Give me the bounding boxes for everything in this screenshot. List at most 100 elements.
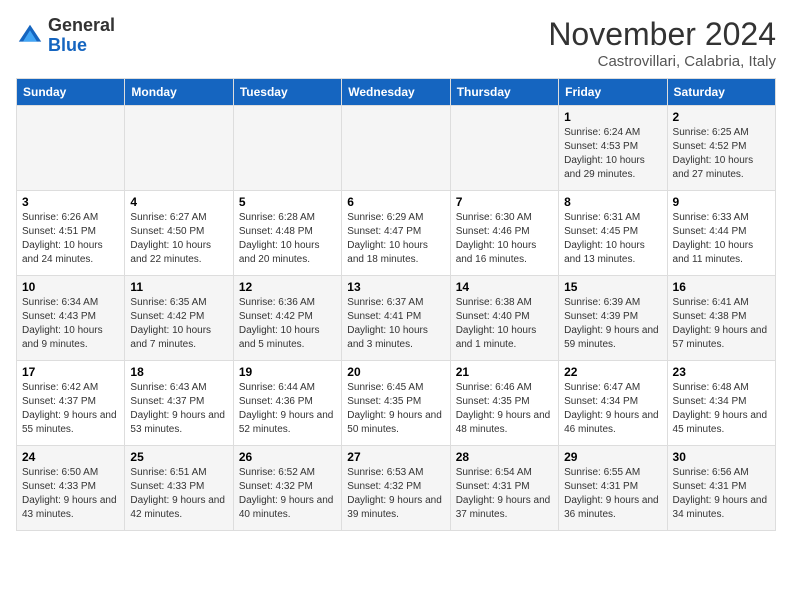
day-info: Sunrise: 6:42 AM Sunset: 4:37 PM Dayligh…	[22, 381, 119, 437]
calendar-cell	[233, 106, 341, 191]
calendar-cell: 16 Sunrise: 6:41 AM Sunset: 4:38 PM Dayli…	[667, 276, 775, 361]
logo-general: General	[48, 15, 115, 35]
header-wednesday: Wednesday	[342, 79, 450, 106]
day-number: 17	[22, 365, 119, 379]
logo: General Blue	[16, 16, 115, 56]
day-info: Sunrise: 6:34 AM Sunset: 4:43 PM Dayligh…	[22, 296, 119, 352]
calendar-week-row: 10Sunrise: 6:34 AM Sunset: 4:43 PM Dayli…	[17, 276, 776, 361]
header-monday: Monday	[125, 79, 233, 106]
calendar-cell: 1 Sunrise: 6:24 AM Sunset: 4:53 PM Daylig…	[559, 106, 667, 191]
calendar-cell: 2 Sunrise: 6:25 AM Sunset: 4:52 PM Daylig…	[667, 106, 775, 191]
header-sunday: Sunday	[17, 79, 125, 106]
calendar-table: SundayMondayTuesdayWednesdayThursdayFrid…	[16, 78, 776, 531]
day-number: 24	[22, 450, 119, 464]
calendar-cell: 14 Sunrise: 6:38 AM Sunset: 4:40 PM Dayli…	[450, 276, 558, 361]
day-number: 21	[456, 365, 553, 379]
day-info: Sunrise: 6:50 AM Sunset: 4:33 PM Dayligh…	[22, 466, 119, 522]
logo-text: General Blue	[48, 16, 115, 56]
calendar-cell: 24 Sunrise: 6:50 AM Sunset: 4:33 PM Dayli…	[17, 446, 125, 531]
day-info: Sunrise: 6:31 AM Sunset: 4:45 PM Dayligh…	[564, 211, 661, 267]
header-tuesday: Tuesday	[233, 79, 341, 106]
day-number: 25	[130, 450, 227, 464]
day-number: 11	[130, 280, 227, 294]
calendar-cell: 4Sunrise: 6:27 AM Sunset: 4:50 PM Daylig…	[125, 191, 233, 276]
day-info: Sunrise: 6:24 AM Sunset: 4:53 PM Dayligh…	[564, 126, 661, 182]
calendar-cell: 22 Sunrise: 6:47 AM Sunset: 4:34 PM Dayli…	[559, 361, 667, 446]
calendar-cell: 28 Sunrise: 6:54 AM Sunset: 4:31 PM Dayli…	[450, 446, 558, 531]
day-info: Sunrise: 6:44 AM Sunset: 4:36 PM Dayligh…	[239, 381, 336, 437]
day-info: Sunrise: 6:45 AM Sunset: 4:35 PM Dayligh…	[347, 381, 444, 437]
calendar-week-row: 24 Sunrise: 6:50 AM Sunset: 4:33 PM Dayli…	[17, 446, 776, 531]
day-info: Sunrise: 6:41 AM Sunset: 4:38 PM Dayligh…	[673, 296, 770, 352]
calendar-cell: 17 Sunrise: 6:42 AM Sunset: 4:37 PM Dayli…	[17, 361, 125, 446]
calendar-cell: 21Sunrise: 6:46 AM Sunset: 4:35 PM Dayli…	[450, 361, 558, 446]
day-number: 19	[239, 365, 336, 379]
calendar-cell: 27Sunrise: 6:53 AM Sunset: 4:32 PM Dayli…	[342, 446, 450, 531]
day-number: 7	[456, 195, 553, 209]
calendar-week-row: 1 Sunrise: 6:24 AM Sunset: 4:53 PM Daylig…	[17, 106, 776, 191]
calendar-cell: 6 Sunrise: 6:29 AM Sunset: 4:47 PM Daylig…	[342, 191, 450, 276]
day-number: 2	[673, 110, 770, 124]
day-info: Sunrise: 6:33 AM Sunset: 4:44 PM Dayligh…	[673, 211, 770, 267]
day-info: Sunrise: 6:43 AM Sunset: 4:37 PM Dayligh…	[130, 381, 227, 437]
title-block: November 2024 Castrovillari, Calabria, I…	[548, 16, 776, 70]
calendar-cell: 7 Sunrise: 6:30 AM Sunset: 4:46 PM Daylig…	[450, 191, 558, 276]
day-info: Sunrise: 6:55 AM Sunset: 4:31 PM Dayligh…	[564, 466, 661, 522]
day-number: 28	[456, 450, 553, 464]
day-number: 3	[22, 195, 119, 209]
day-info: Sunrise: 6:54 AM Sunset: 4:31 PM Dayligh…	[456, 466, 553, 522]
calendar-week-row: 17 Sunrise: 6:42 AM Sunset: 4:37 PM Dayli…	[17, 361, 776, 446]
calendar-week-row: 3 Sunrise: 6:26 AM Sunset: 4:51 PM Daylig…	[17, 191, 776, 276]
calendar-cell: 12Sunrise: 6:36 AM Sunset: 4:42 PM Dayli…	[233, 276, 341, 361]
calendar-header-row: SundayMondayTuesdayWednesdayThursdayFrid…	[17, 79, 776, 106]
logo-icon	[16, 22, 44, 50]
day-number: 9	[673, 195, 770, 209]
calendar-cell: 20Sunrise: 6:45 AM Sunset: 4:35 PM Dayli…	[342, 361, 450, 446]
day-number: 13	[347, 280, 444, 294]
calendar-cell: 3 Sunrise: 6:26 AM Sunset: 4:51 PM Daylig…	[17, 191, 125, 276]
day-number: 30	[673, 450, 770, 464]
day-info: Sunrise: 6:26 AM Sunset: 4:51 PM Dayligh…	[22, 211, 119, 267]
calendar-cell: 30 Sunrise: 6:56 AM Sunset: 4:31 PM Dayli…	[667, 446, 775, 531]
calendar-cell: 15 Sunrise: 6:39 AM Sunset: 4:39 PM Dayli…	[559, 276, 667, 361]
location-subtitle: Castrovillari, Calabria, Italy	[548, 53, 776, 70]
calendar-cell: 29 Sunrise: 6:55 AM Sunset: 4:31 PM Dayli…	[559, 446, 667, 531]
day-number: 16	[673, 280, 770, 294]
day-info: Sunrise: 6:51 AM Sunset: 4:33 PM Dayligh…	[130, 466, 227, 522]
day-info: Sunrise: 6:25 AM Sunset: 4:52 PM Dayligh…	[673, 126, 770, 182]
calendar-cell: 10Sunrise: 6:34 AM Sunset: 4:43 PM Dayli…	[17, 276, 125, 361]
day-info: Sunrise: 6:52 AM Sunset: 4:32 PM Dayligh…	[239, 466, 336, 522]
day-number: 27	[347, 450, 444, 464]
calendar-cell: 8 Sunrise: 6:31 AM Sunset: 4:45 PM Daylig…	[559, 191, 667, 276]
day-info: Sunrise: 6:38 AM Sunset: 4:40 PM Dayligh…	[456, 296, 553, 352]
header-saturday: Saturday	[667, 79, 775, 106]
day-info: Sunrise: 6:37 AM Sunset: 4:41 PM Dayligh…	[347, 296, 444, 352]
day-number: 14	[456, 280, 553, 294]
day-info: Sunrise: 6:56 AM Sunset: 4:31 PM Dayligh…	[673, 466, 770, 522]
day-number: 23	[673, 365, 770, 379]
calendar-cell: 11 Sunrise: 6:35 AM Sunset: 4:42 PM Dayli…	[125, 276, 233, 361]
day-info: Sunrise: 6:48 AM Sunset: 4:34 PM Dayligh…	[673, 381, 770, 437]
calendar-cell: 19 Sunrise: 6:44 AM Sunset: 4:36 PM Dayli…	[233, 361, 341, 446]
day-number: 22	[564, 365, 661, 379]
calendar-cell	[342, 106, 450, 191]
day-info: Sunrise: 6:27 AM Sunset: 4:50 PM Dayligh…	[130, 211, 227, 267]
day-info: Sunrise: 6:28 AM Sunset: 4:48 PM Dayligh…	[239, 211, 336, 267]
day-info: Sunrise: 6:39 AM Sunset: 4:39 PM Dayligh…	[564, 296, 661, 352]
day-info: Sunrise: 6:35 AM Sunset: 4:42 PM Dayligh…	[130, 296, 227, 352]
calendar-cell: 23 Sunrise: 6:48 AM Sunset: 4:34 PM Dayli…	[667, 361, 775, 446]
day-info: Sunrise: 6:47 AM Sunset: 4:34 PM Dayligh…	[564, 381, 661, 437]
day-number: 29	[564, 450, 661, 464]
calendar-cell: 26 Sunrise: 6:52 AM Sunset: 4:32 PM Dayli…	[233, 446, 341, 531]
day-info: Sunrise: 6:30 AM Sunset: 4:46 PM Dayligh…	[456, 211, 553, 267]
calendar-cell	[125, 106, 233, 191]
day-number: 12	[239, 280, 336, 294]
day-number: 8	[564, 195, 661, 209]
day-number: 15	[564, 280, 661, 294]
day-number: 1	[564, 110, 661, 124]
day-number: 6	[347, 195, 444, 209]
day-info: Sunrise: 6:29 AM Sunset: 4:47 PM Dayligh…	[347, 211, 444, 267]
day-number: 26	[239, 450, 336, 464]
calendar-cell: 25 Sunrise: 6:51 AM Sunset: 4:33 PM Dayli…	[125, 446, 233, 531]
calendar-cell	[450, 106, 558, 191]
